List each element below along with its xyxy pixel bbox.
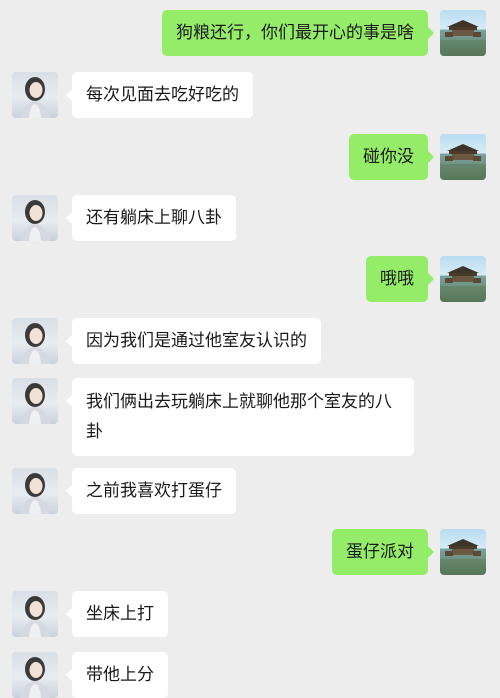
temple-avatar-icon[interactable] (440, 529, 486, 575)
chat-message-list[interactable]: 狗粮还行，你们最开心的事是啥 每次见面去吃好吃的 碰你没 还有躺床上聊八卦 哦哦… (0, 0, 500, 698)
received-message-bubble[interactable]: 之前我喜欢打蛋仔 (66, 468, 236, 514)
girl-portrait-avatar-icon[interactable] (12, 591, 58, 637)
received-message-bubble[interactable]: 因为我们是通过他室友认识的 (66, 318, 321, 364)
received-message-bubble[interactable]: 带他上分 (66, 652, 168, 698)
girl-portrait-avatar-icon[interactable] (12, 318, 58, 364)
received-message-bubble[interactable]: 坐床上打 (66, 591, 168, 637)
sent-message-bubble[interactable]: 狗粮还行，你们最开心的事是啥 (162, 10, 434, 56)
received-message-bubble[interactable]: 我们俩出去玩躺床上就聊他那个室友的八卦 (66, 378, 414, 456)
sent-message-bubble[interactable]: 碰你没 (349, 134, 434, 180)
temple-avatar-icon[interactable] (440, 10, 486, 56)
girl-portrait-avatar-icon[interactable] (12, 468, 58, 514)
temple-avatar-icon[interactable] (440, 256, 486, 302)
sent-message-bubble[interactable]: 哦哦 (366, 256, 434, 302)
girl-portrait-avatar-icon[interactable] (12, 195, 58, 241)
received-message-bubble[interactable]: 每次见面去吃好吃的 (66, 72, 253, 118)
girl-portrait-avatar-icon[interactable] (12, 72, 58, 118)
girl-portrait-avatar-icon[interactable] (12, 378, 58, 424)
girl-portrait-avatar-icon[interactable] (12, 652, 58, 698)
received-message-bubble[interactable]: 还有躺床上聊八卦 (66, 195, 236, 241)
temple-avatar-icon[interactable] (440, 134, 486, 180)
sent-message-bubble[interactable]: 蛋仔派对 (332, 529, 434, 575)
